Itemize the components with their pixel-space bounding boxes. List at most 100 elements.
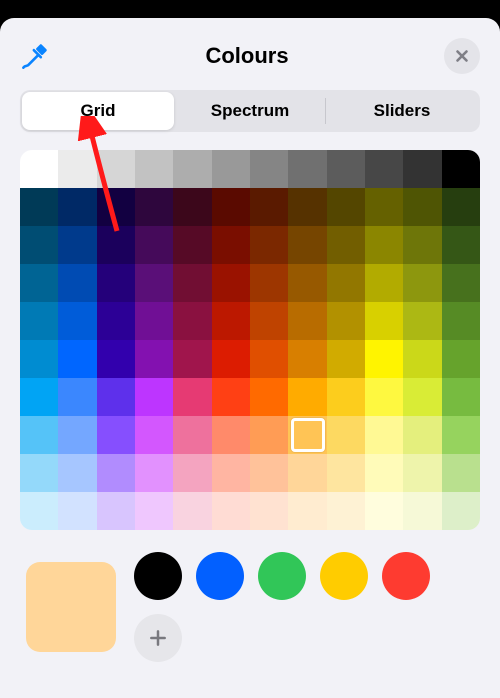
color-cell[interactable] (442, 302, 480, 340)
color-cell[interactable] (288, 340, 326, 378)
close-button[interactable] (444, 38, 480, 74)
color-cell[interactable] (365, 340, 403, 378)
color-cell[interactable] (20, 340, 58, 378)
color-cell[interactable] (173, 378, 211, 416)
color-cell[interactable] (365, 416, 403, 454)
color-cell[interactable] (58, 188, 96, 226)
color-cell[interactable] (327, 340, 365, 378)
color-cell[interactable] (97, 492, 135, 530)
color-cell[interactable] (212, 302, 250, 340)
color-cell[interactable] (327, 454, 365, 492)
color-cell[interactable] (327, 302, 365, 340)
color-cell[interactable] (442, 150, 480, 188)
color-cell[interactable] (212, 340, 250, 378)
preset-swatch[interactable] (382, 552, 430, 600)
color-cell[interactable] (58, 302, 96, 340)
color-cell[interactable] (288, 454, 326, 492)
color-cell[interactable] (20, 302, 58, 340)
color-cell[interactable] (365, 150, 403, 188)
color-cell[interactable] (250, 416, 288, 454)
color-cell[interactable] (403, 226, 441, 264)
color-cell[interactable] (97, 302, 135, 340)
color-cell[interactable] (365, 264, 403, 302)
color-cell[interactable] (442, 340, 480, 378)
color-cell[interactable] (288, 378, 326, 416)
color-cell[interactable] (403, 302, 441, 340)
color-cell[interactable] (288, 416, 326, 454)
color-cell[interactable] (58, 454, 96, 492)
color-cell[interactable] (327, 150, 365, 188)
color-cell[interactable] (288, 226, 326, 264)
add-preset-button[interactable] (134, 614, 182, 662)
color-cell[interactable] (442, 226, 480, 264)
eyedropper-button[interactable] (20, 41, 50, 71)
color-cell[interactable] (212, 416, 250, 454)
color-cell[interactable] (288, 188, 326, 226)
color-cell[interactable] (20, 492, 58, 530)
color-cell[interactable] (327, 188, 365, 226)
color-cell[interactable] (20, 454, 58, 492)
color-cell[interactable] (20, 378, 58, 416)
color-cell[interactable] (212, 188, 250, 226)
color-cell[interactable] (327, 492, 365, 530)
color-cell[interactable] (135, 378, 173, 416)
color-cell[interactable] (403, 416, 441, 454)
color-cell[interactable] (403, 340, 441, 378)
color-cell[interactable] (58, 378, 96, 416)
color-cell[interactable] (288, 150, 326, 188)
color-cell[interactable] (20, 264, 58, 302)
color-cell[interactable] (20, 188, 58, 226)
color-cell[interactable] (212, 492, 250, 530)
color-cell[interactable] (20, 226, 58, 264)
color-cell[interactable] (135, 226, 173, 264)
color-cell[interactable] (288, 302, 326, 340)
color-cell[interactable] (365, 188, 403, 226)
color-cell[interactable] (97, 378, 135, 416)
color-cell[interactable] (288, 492, 326, 530)
color-cell[interactable] (97, 416, 135, 454)
color-cell[interactable] (173, 454, 211, 492)
preset-swatch[interactable] (320, 552, 368, 600)
color-cell[interactable] (173, 188, 211, 226)
color-cell[interactable] (250, 226, 288, 264)
color-cell[interactable] (442, 492, 480, 530)
color-cell[interactable] (135, 188, 173, 226)
color-cell[interactable] (135, 416, 173, 454)
color-cell[interactable] (442, 454, 480, 492)
tab-sliders[interactable]: Sliders (326, 92, 478, 130)
color-cell[interactable] (403, 264, 441, 302)
color-cell[interactable] (58, 416, 96, 454)
color-cell[interactable] (20, 150, 58, 188)
color-cell[interactable] (327, 226, 365, 264)
tab-spectrum[interactable]: Spectrum (174, 92, 326, 130)
color-cell[interactable] (403, 492, 441, 530)
color-cell[interactable] (250, 454, 288, 492)
color-cell[interactable] (135, 454, 173, 492)
color-cell[interactable] (365, 492, 403, 530)
tab-grid[interactable]: Grid (22, 92, 174, 130)
color-cell[interactable] (288, 264, 326, 302)
color-cell[interactable] (442, 416, 480, 454)
color-cell[interactable] (365, 454, 403, 492)
preset-swatch[interactable] (134, 552, 182, 600)
color-cell[interactable] (173, 150, 211, 188)
color-cell[interactable] (135, 264, 173, 302)
color-cell[interactable] (97, 264, 135, 302)
color-cell[interactable] (173, 302, 211, 340)
color-cell[interactable] (250, 302, 288, 340)
color-cell[interactable] (212, 378, 250, 416)
color-cell[interactable] (135, 150, 173, 188)
color-grid[interactable] (20, 150, 480, 530)
color-cell[interactable] (327, 264, 365, 302)
color-cell[interactable] (327, 416, 365, 454)
color-cell[interactable] (212, 264, 250, 302)
color-cell[interactable] (97, 340, 135, 378)
color-cell[interactable] (327, 378, 365, 416)
color-cell[interactable] (365, 378, 403, 416)
preset-swatch[interactable] (258, 552, 306, 600)
color-cell[interactable] (403, 454, 441, 492)
color-cell[interactable] (250, 340, 288, 378)
color-cell[interactable] (97, 188, 135, 226)
color-cell[interactable] (97, 150, 135, 188)
color-cell[interactable] (250, 264, 288, 302)
